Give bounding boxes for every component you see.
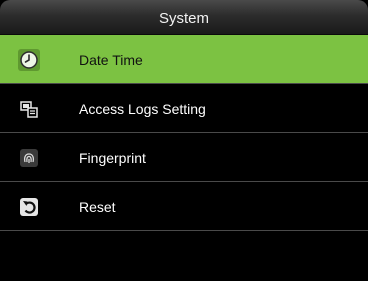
menu-item-label: Date Time bbox=[79, 52, 143, 68]
page-title: System bbox=[158, 10, 209, 27]
system-menu: Date Time Access Logs Setting Fingerprin… bbox=[0, 35, 368, 231]
menu-item-label: Fingerprint bbox=[79, 150, 146, 166]
logs-settings-icon bbox=[18, 98, 40, 120]
title-bar: System bbox=[0, 0, 368, 35]
menu-item-date-time[interactable]: Date Time bbox=[0, 35, 368, 84]
clock-icon bbox=[18, 49, 40, 71]
fingerprint-icon bbox=[18, 147, 40, 169]
reset-icon bbox=[18, 196, 40, 218]
menu-item-access-logs-setting[interactable]: Access Logs Setting bbox=[0, 84, 368, 133]
device-screen: System Date Time Access Logs Setting Fin… bbox=[0, 0, 368, 281]
menu-item-reset[interactable]: Reset bbox=[0, 182, 368, 231]
menu-item-fingerprint[interactable]: Fingerprint bbox=[0, 133, 368, 182]
menu-item-label: Reset bbox=[79, 199, 116, 215]
menu-item-label: Access Logs Setting bbox=[79, 101, 206, 117]
